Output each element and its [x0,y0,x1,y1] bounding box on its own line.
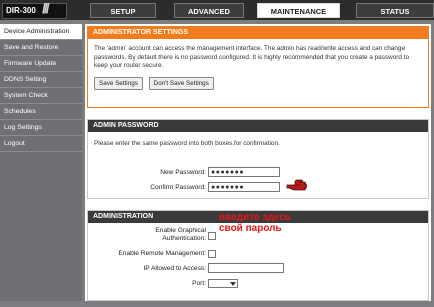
model-label: DIR-300 [2,3,67,19]
annotation-line-1: введите здесь [219,212,291,223]
tab-setup[interactable]: SETUP [90,3,156,18]
new-password-label: New Password: [160,169,206,176]
remote-management-label: Enable Remote Management: [118,250,206,257]
graphical-auth-checkbox[interactable] [208,232,216,240]
graphical-auth-label: Enable Graphical Authentication: [88,227,206,243]
ip-allowed-label: IP Allowed to Access: [143,265,206,272]
sidebar-item-ddns-setting[interactable]: DDNS Setting [0,72,82,88]
sidebar-item-firmware-update[interactable]: Firmware Update [0,56,82,72]
port-label: Port: [192,280,206,287]
sidebar-item-schedules[interactable]: Schedules [0,104,82,120]
graphical-auth-label-line2: Authentication: [162,235,206,242]
confirm-password-label: Confirm Password: [150,184,206,191]
save-settings-button[interactable]: Save Settings [94,76,143,90]
tab-status[interactable]: STATUS [356,3,434,18]
annotation-line-2: свой пароль [219,223,282,234]
confirm-password-input[interactable]: ●●●●●●● [208,182,280,192]
sidebar-item-log-settings[interactable]: Log Settings [0,120,82,136]
main-content: ADMINISTRATOR SETTINGS The 'admin' accou… [85,24,431,301]
sidebar-item-system-check[interactable]: System Check [0,88,82,104]
sidebar-item-device-administration[interactable]: Device Administration [0,24,82,40]
admin-settings-description: The 'admin' account can access the manag… [94,45,410,69]
dont-save-settings-button[interactable]: Don't Save Settings [148,76,214,90]
sidebar-item-logout[interactable]: Logout [0,136,82,152]
admin-password-panel: ADMIN PASSWORD Please enter the same pas… [87,119,429,199]
sidebar: Device Administration Save and Restore F… [0,24,82,301]
admin-settings-title: ADMINISTRATOR SETTINGS [88,27,428,39]
remote-management-checkbox[interactable] [208,250,216,258]
chevron-down-icon [230,282,236,286]
tab-maintenance[interactable]: MAINTENANCE [257,3,340,18]
new-password-input[interactable]: ●●●●●●● [208,167,280,177]
hand-pointer-icon [285,176,309,196]
port-select[interactable] [208,279,238,288]
tab-advanced[interactable]: ADVANCED [174,3,244,18]
admin-password-title: ADMIN PASSWORD [88,120,428,132]
top-bar: DIR-300 /// SETUP ADVANCED MAINTENANCE S… [0,0,434,20]
admin-settings-panel: ADMINISTRATOR SETTINGS The 'admin' accou… [87,26,429,108]
admin-password-instruction: Please enter the same password into both… [94,140,280,147]
annotation-text: введите здесь свой пароль [219,212,291,234]
graphical-auth-label-line1: Enable Graphical [155,227,206,234]
logo-slashes-icon: /// [42,0,50,16]
top-tabs: SETUP ADVANCED MAINTENANCE STATUS [90,3,434,18]
ip-allowed-input[interactable] [208,263,284,273]
sidebar-item-save-restore[interactable]: Save and Restore [0,40,82,56]
